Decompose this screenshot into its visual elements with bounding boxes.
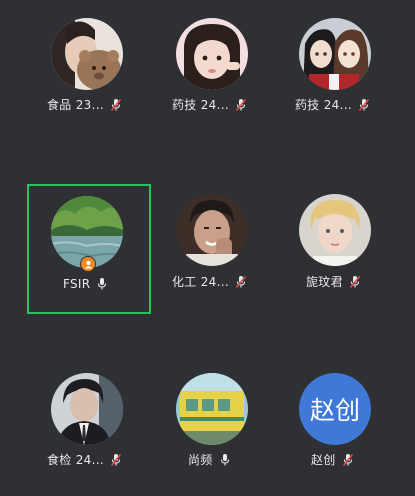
avatar bbox=[176, 373, 248, 445]
mic-muted-icon[interactable] bbox=[342, 453, 354, 467]
avatar-initials: 赵创 bbox=[309, 396, 360, 425]
mic-icon[interactable] bbox=[96, 277, 108, 291]
participant-name: 药技 24... bbox=[172, 98, 229, 112]
participant-name-row: 食品 23... bbox=[47, 97, 122, 113]
participant-tile-4-active-speaker[interactable]: FSIR bbox=[27, 184, 151, 314]
avatar bbox=[51, 373, 123, 445]
participant-name: 药技 24... bbox=[295, 98, 352, 112]
participant-tile-3[interactable]: 药技 24... bbox=[273, 0, 393, 120]
avatar-photo-girl-pink bbox=[176, 18, 248, 90]
avatar-photo-anime-pair bbox=[299, 18, 371, 90]
participant-name-row: 药技 24... bbox=[295, 97, 370, 113]
mic-muted-icon[interactable] bbox=[110, 98, 122, 112]
avatar: 赵创 bbox=[299, 373, 371, 445]
participant-name-row: 化工 24... bbox=[172, 274, 247, 290]
participant-tile-8[interactable]: 尚频 bbox=[150, 364, 270, 484]
avatar bbox=[299, 194, 371, 266]
participant-name-row: 药技 24... bbox=[172, 97, 247, 113]
participant-tile-1[interactable]: 食品 23... bbox=[27, 0, 147, 120]
participant-name: 赵创 bbox=[311, 453, 336, 467]
mic-icon[interactable] bbox=[219, 453, 231, 467]
mic-muted-icon[interactable] bbox=[358, 98, 370, 112]
participant-name-row: FSIR bbox=[63, 276, 108, 292]
participant-name: 食品 23... bbox=[47, 98, 104, 112]
participant-name: FSIR bbox=[63, 277, 91, 291]
participant-name: 旎玟君 bbox=[306, 275, 343, 289]
host-badge-icon bbox=[80, 256, 96, 272]
voice-call-grid: 食品 23... 药技 24... 药技 24... FSIR 化工 24...… bbox=[0, 0, 415, 496]
participant-tile-2[interactable]: 药技 24... bbox=[150, 0, 270, 120]
participant-name-row: 赵创 bbox=[311, 452, 354, 468]
avatar bbox=[51, 18, 123, 90]
participant-name-row: 食检 24... bbox=[47, 452, 122, 468]
participant-name-row: 旎玟君 bbox=[306, 274, 361, 290]
participant-name: 化工 24... bbox=[172, 275, 229, 289]
participant-tile-9[interactable]: 赵创 赵创 bbox=[273, 364, 393, 484]
mic-muted-icon[interactable] bbox=[110, 453, 122, 467]
participant-name: 尚频 bbox=[188, 453, 213, 467]
participant-tile-7[interactable]: 食检 24... bbox=[27, 364, 147, 484]
mic-muted-icon[interactable] bbox=[235, 98, 247, 112]
participant-name: 食检 24... bbox=[47, 453, 104, 467]
participant-tile-6[interactable]: 旎玟君 bbox=[273, 184, 393, 304]
avatar-photo-blond-boy bbox=[299, 194, 371, 266]
participant-name-row: 尚频 bbox=[188, 452, 231, 468]
avatar-photo-boy-smiling bbox=[176, 194, 248, 266]
avatar-photo-train-yellow bbox=[176, 373, 248, 445]
mic-muted-icon[interactable] bbox=[349, 275, 361, 289]
avatar-photo-girl-with-bear bbox=[51, 18, 123, 90]
avatar bbox=[299, 18, 371, 90]
mic-muted-icon[interactable] bbox=[235, 275, 247, 289]
avatar bbox=[176, 194, 248, 266]
avatar-photo-boy-suit bbox=[51, 373, 123, 445]
avatar bbox=[176, 18, 248, 90]
participant-tile-5[interactable]: 化工 24... bbox=[150, 184, 270, 304]
